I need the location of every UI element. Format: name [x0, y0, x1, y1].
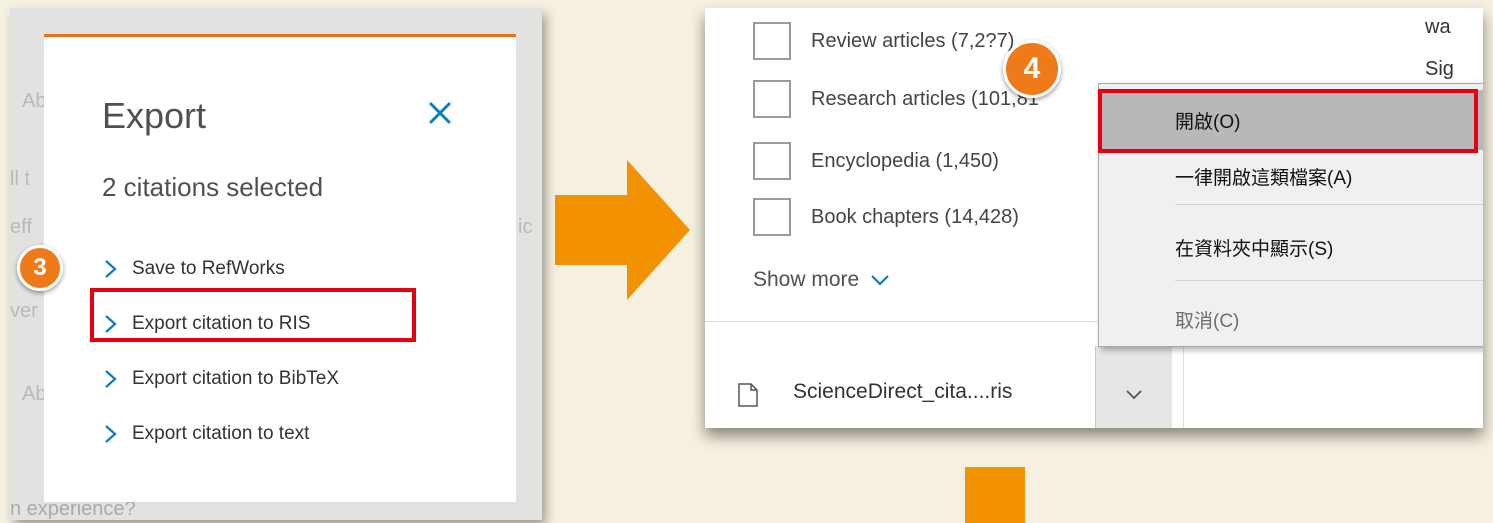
dialog-title: Export: [102, 95, 207, 136]
chevron-right-icon: [105, 370, 117, 388]
download-screenshot-panel: Review articles (7,2?7) Research article…: [705, 8, 1483, 428]
download-filename[interactable]: ScienceDirect_cita....ris: [793, 380, 1012, 404]
download-options-button[interactable]: [1095, 346, 1172, 428]
filter-review-articles[interactable]: Review articles (7,2?7): [753, 22, 1014, 60]
menu-item-label: 取消(C): [1175, 310, 1240, 332]
menu-item-always-open[interactable]: 一律開啟這類檔案(A): [1099, 154, 1483, 198]
option-label: Export citation to BibTeX: [132, 368, 339, 389]
close-icon: [429, 102, 451, 124]
background-text: ll t: [10, 168, 30, 190]
background-text: ver: [10, 300, 38, 322]
filter-encyclopedia[interactable]: Encyclopedia (1,450): [753, 142, 999, 180]
menu-item-cancel[interactable]: 取消(C): [1099, 294, 1483, 344]
arrow-right-icon: [555, 160, 690, 300]
background-text: Ab: [22, 90, 47, 112]
menu-separator: [1175, 280, 1483, 281]
filter-label: Encyclopedia (1,450): [811, 149, 999, 172]
show-more-button[interactable]: Show more: [753, 268, 891, 292]
filter-book-chapters[interactable]: Book chapters (14,428): [753, 198, 1019, 236]
menu-separator: [1175, 204, 1483, 205]
background-text: Sig: [1425, 58, 1454, 80]
filter-label: Research articles (101,81: [811, 87, 1039, 110]
chevron-right-icon: [105, 425, 117, 443]
checkbox[interactable]: [753, 198, 791, 236]
filter-label: Review articles (7,2?7): [811, 29, 1015, 52]
divider: [1183, 346, 1184, 428]
menu-item-label: 在資料夾中顯示(S): [1175, 238, 1334, 260]
show-more-label: Show more: [753, 268, 860, 291]
background-text: eff: [10, 216, 32, 238]
export-bibtex-link[interactable]: Export citation to BibTeX: [102, 362, 339, 396]
chevron-down-icon: [871, 275, 889, 286]
menu-item-show-in-folder[interactable]: 在資料夾中顯示(S): [1099, 222, 1483, 272]
file-icon: [738, 383, 758, 407]
close-button[interactable]: [424, 97, 456, 129]
option-label: Export citation to text: [132, 423, 310, 444]
export-screenshot-panel: Ab ll t eff ic ver Ab n experience? Expo…: [10, 8, 542, 520]
checkbox[interactable]: [753, 142, 791, 180]
export-dialog: Export 2 citations selected Save to RefW…: [44, 34, 516, 502]
step-badge-4: 4: [1003, 40, 1061, 98]
filter-label: Book chapters (14,428): [811, 205, 1019, 228]
arrow-down-connector: [965, 467, 1025, 523]
background-text: Ab: [22, 383, 47, 405]
filter-research-articles[interactable]: Research articles (101,81: [753, 80, 1039, 118]
background-text: wa: [1425, 16, 1451, 38]
checkbox[interactable]: [753, 80, 791, 118]
option-label: Save to RefWorks: [132, 258, 285, 279]
step-badge-3: 3: [17, 245, 63, 291]
chevron-right-icon: [105, 260, 117, 278]
selected-count: 2 citations selected: [102, 172, 324, 202]
export-text-link[interactable]: Export citation to text: [102, 417, 309, 451]
menu-item-label: 一律開啟這類檔案(A): [1175, 167, 1353, 189]
highlight-box: [90, 288, 416, 342]
save-to-refworks-link[interactable]: Save to RefWorks: [102, 252, 285, 286]
chevron-down-icon: [1126, 390, 1142, 400]
highlight-box: [1098, 89, 1478, 153]
background-text: ic: [518, 216, 533, 238]
checkbox[interactable]: [753, 22, 791, 60]
